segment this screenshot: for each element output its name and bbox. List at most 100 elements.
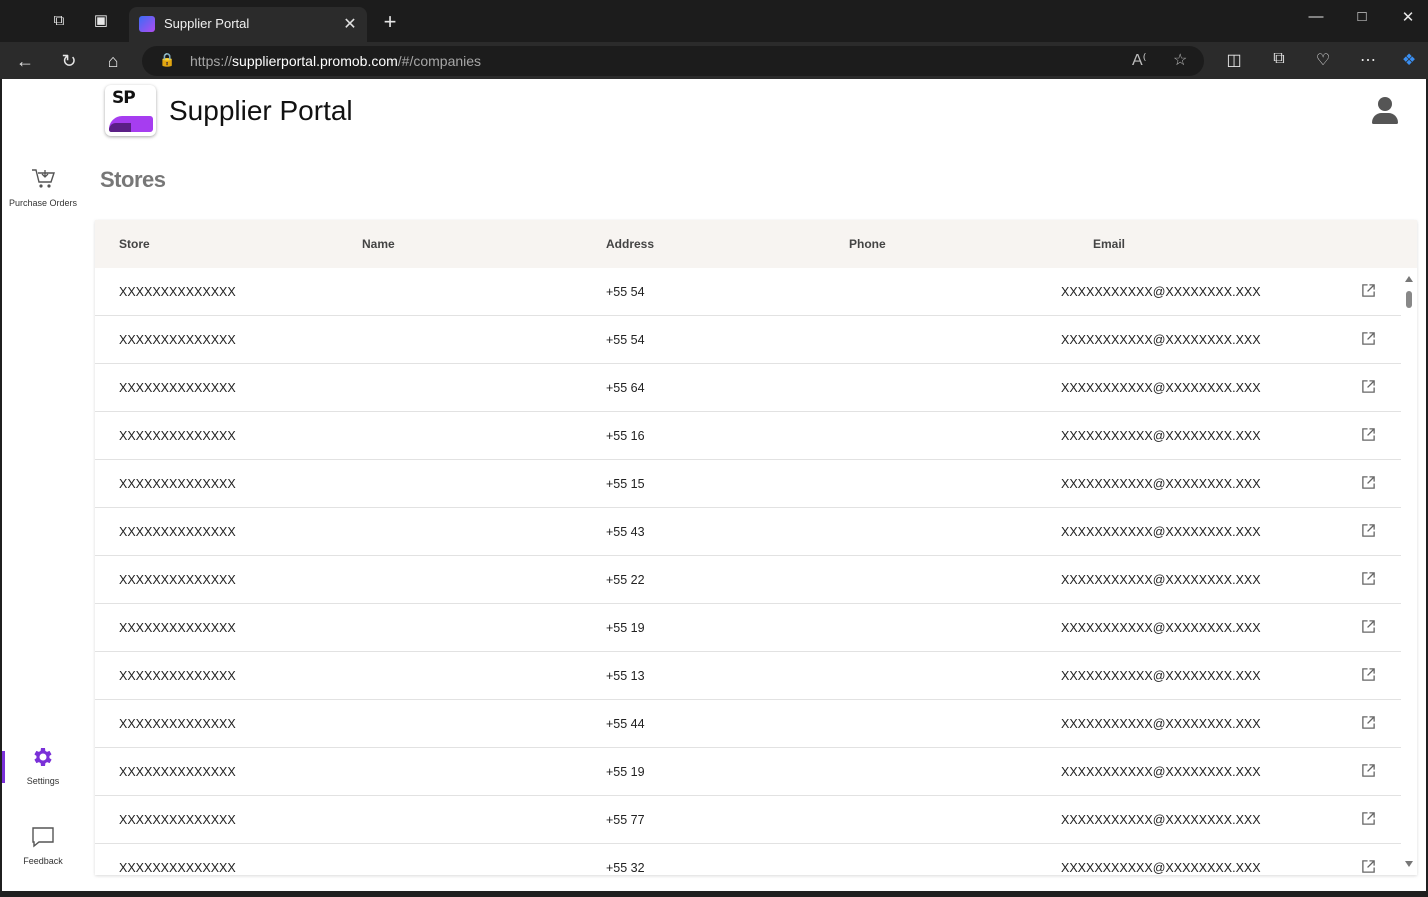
read-aloud-icon[interactable]: A⁽: [1132, 50, 1147, 70]
table-row[interactable]: XXXXXXXXXXXXXX +55 54 XXXXXXXXXXX@XXXXXXXX…: [95, 268, 1401, 316]
cell-phone: +55 54: [606, 285, 645, 299]
table-scrollbar[interactable]: [1401, 268, 1417, 875]
cell-store: XXXXXXXXXXXXXX: [119, 429, 236, 443]
cell-store: XXXXXXXXXXXXXX: [119, 381, 236, 395]
open-external-icon[interactable]: [1361, 427, 1376, 442]
cell-store: XXXXXXXXXXXXXX: [119, 477, 236, 491]
table-row[interactable]: XXXXXXXXXXXXXX +55 16 XXXXXXXXXXX@XXXXXXXX…: [95, 412, 1401, 460]
workspaces-icon[interactable]: ⧉: [49, 11, 69, 31]
open-external-icon[interactable]: [1361, 619, 1376, 634]
address-bar[interactable]: 🔒 https://supplierportal.promob.com/#/co…: [142, 46, 1204, 76]
column-header-address[interactable]: Address: [606, 237, 654, 251]
app-logo[interactable]: SP: [105, 85, 156, 136]
open-external-icon[interactable]: [1361, 523, 1376, 538]
open-external-icon[interactable]: [1361, 571, 1376, 586]
close-window-button[interactable]: ✕: [1385, 8, 1428, 26]
refresh-icon[interactable]: ↻: [57, 49, 81, 73]
browser-essentials-icon[interactable]: ♡: [1312, 50, 1334, 70]
table-row[interactable]: XXXXXXXXXXXXXX +55 22 XXXXXXXXXXX@XXXXXXXX…: [95, 556, 1401, 604]
browser-tab[interactable]: Supplier Portal ✕: [129, 7, 367, 42]
table-row[interactable]: XXXXXXXXXXXXXX +55 19 XXXXXXXXXXX@XXXXXXXX…: [95, 604, 1401, 652]
cell-phone: +55 13: [606, 669, 645, 683]
cell-store: XXXXXXXXXXXXXX: [119, 669, 236, 683]
new-tab-button[interactable]: +: [379, 9, 401, 35]
sidebar-item-settings[interactable]: Settings: [2, 745, 84, 786]
table-row[interactable]: XXXXXXXXXXXXXX +55 15 XXXXXXXXXXX@XXXXXXXX…: [95, 460, 1401, 508]
table-row[interactable]: XXXXXXXXXXXXXX +55 44 XXXXXXXXXXX@XXXXXXXX…: [95, 700, 1401, 748]
logo-text: SP: [112, 88, 136, 108]
cell-email: XXXXXXXXXXX@XXXXXXXX.XXX: [1061, 285, 1261, 299]
collections-icon[interactable]: ⧉: [1268, 50, 1290, 68]
tab-close-icon[interactable]: ✕: [341, 14, 359, 34]
open-external-icon[interactable]: [1361, 331, 1376, 346]
open-external-icon[interactable]: [1361, 667, 1376, 682]
open-external-icon[interactable]: [1361, 379, 1376, 394]
home-icon[interactable]: ⌂: [101, 49, 125, 73]
cell-phone: +55 15: [606, 477, 645, 491]
table-row[interactable]: XXXXXXXXXXXXXX +55 32 XXXXXXXXXXX@XXXXXXXX…: [95, 844, 1401, 875]
table-row[interactable]: XXXXXXXXXXXXXX +55 64 XXXXXXXXXXX@XXXXXXXX…: [95, 364, 1401, 412]
cell-store: XXXXXXXXXXXXXX: [119, 861, 236, 875]
sidebar-item-label: Feedback: [23, 856, 63, 866]
url-text[interactable]: https://supplierportal.promob.com/#/comp…: [190, 53, 481, 69]
cell-phone: +55 64: [606, 381, 645, 395]
cell-store: XXXXXXXXXXXXXX: [119, 813, 236, 827]
column-header-email[interactable]: Email: [1093, 237, 1125, 251]
table-row[interactable]: XXXXXXXXXXXXXX +55 77 XXXXXXXXXXX@XXXXXXXX…: [95, 796, 1401, 844]
table-row[interactable]: XXXXXXXXXXXXXX +55 43 XXXXXXXXXXX@XXXXXXXX…: [95, 508, 1401, 556]
scroll-down-arrow-icon[interactable]: [1405, 861, 1413, 867]
cell-store: XXXXXXXXXXXXXX: [119, 621, 236, 635]
open-external-icon[interactable]: [1361, 475, 1376, 490]
cell-email: XXXXXXXXXXX@XXXXXXXX.XXX: [1061, 717, 1261, 731]
table-body: XXXXXXXXXXXXXX +55 54 XXXXXXXXXXX@XXXXXXXX…: [95, 268, 1401, 875]
cell-phone: +55 43: [606, 525, 645, 539]
user-account-icon[interactable]: [1372, 97, 1398, 125]
back-icon[interactable]: ←: [13, 49, 37, 73]
column-header-name[interactable]: Name: [362, 237, 395, 251]
cell-email: XXXXXXXXXXX@XXXXXXXX.XXX: [1061, 333, 1261, 347]
cell-email: XXXXXXXXXXX@XXXXXXXX.XXX: [1061, 477, 1261, 491]
favorite-star-icon[interactable]: ☆: [1173, 50, 1187, 70]
table-row[interactable]: XXXXXXXXXXXXXX +55 54 XXXXXXXXXXX@XXXXXXXX…: [95, 316, 1401, 364]
column-header-store[interactable]: Store: [119, 237, 150, 251]
minimize-button[interactable]: —: [1293, 8, 1339, 25]
gear-icon: [34, 748, 52, 766]
cell-phone: +55 19: [606, 621, 645, 635]
open-external-icon[interactable]: [1361, 859, 1376, 874]
open-external-icon[interactable]: [1361, 763, 1376, 778]
cell-email: XXXXXXXXXXX@XXXXXXXX.XXX: [1061, 573, 1261, 587]
cell-email: XXXXXXXXXXX@XXXXXXXX.XXX: [1061, 861, 1261, 875]
chat-icon: [32, 827, 54, 848]
cell-phone: +55 19: [606, 765, 645, 779]
split-screen-icon[interactable]: ◫: [1223, 50, 1245, 70]
stores-table: Store Name Address Phone Email XXXXXXXXX…: [95, 220, 1417, 875]
maximize-button[interactable]: □: [1339, 8, 1385, 25]
cell-store: XXXXXXXXXXXXXX: [119, 285, 236, 299]
table-row[interactable]: XXXXXXXXXXXXXX +55 19 XXXXXXXXXXX@XXXXXXXX…: [95, 748, 1401, 796]
tab-favicon-icon: [139, 16, 155, 32]
sidebar-item-purchase-orders[interactable]: Purchase Orders: [2, 167, 84, 208]
table-header: Store Name Address Phone Email: [95, 220, 1417, 268]
cell-email: XXXXXXXXXXX@XXXXXXXX.XXX: [1061, 621, 1261, 635]
copilot-icon[interactable]: ❖: [1398, 50, 1420, 70]
open-external-icon[interactable]: [1361, 811, 1376, 826]
lock-icon[interactable]: 🔒: [159, 52, 175, 68]
open-external-icon[interactable]: [1361, 715, 1376, 730]
cell-store: XXXXXXXXXXXXXX: [119, 765, 236, 779]
scroll-thumb[interactable]: [1406, 291, 1412, 308]
column-header-phone[interactable]: Phone: [849, 237, 886, 251]
tab-actions-icon[interactable]: ▣: [91, 11, 111, 31]
scroll-up-arrow-icon[interactable]: [1405, 276, 1413, 282]
more-options-icon[interactable]: ⋯: [1357, 50, 1379, 70]
cell-email: XXXXXXXXXXX@XXXXXXXX.XXX: [1061, 429, 1261, 443]
page-title: Stores: [100, 167, 166, 192]
cell-email: XXXXXXXXXXX@XXXXXXXX.XXX: [1061, 813, 1261, 827]
cell-phone: +55 77: [606, 813, 645, 827]
page-content: SP Supplier Portal Purchase Orders Setti…: [2, 79, 1426, 891]
table-row[interactable]: XXXXXXXXXXXXXX +55 13 XXXXXXXXXXX@XXXXXXXX…: [95, 652, 1401, 700]
cell-phone: +55 44: [606, 717, 645, 731]
open-external-icon[interactable]: [1361, 283, 1376, 298]
sidebar-item-label: Purchase Orders: [8, 198, 78, 208]
cell-email: XXXXXXXXXXX@XXXXXXXX.XXX: [1061, 669, 1261, 683]
sidebar-item-feedback[interactable]: Feedback: [2, 825, 84, 866]
